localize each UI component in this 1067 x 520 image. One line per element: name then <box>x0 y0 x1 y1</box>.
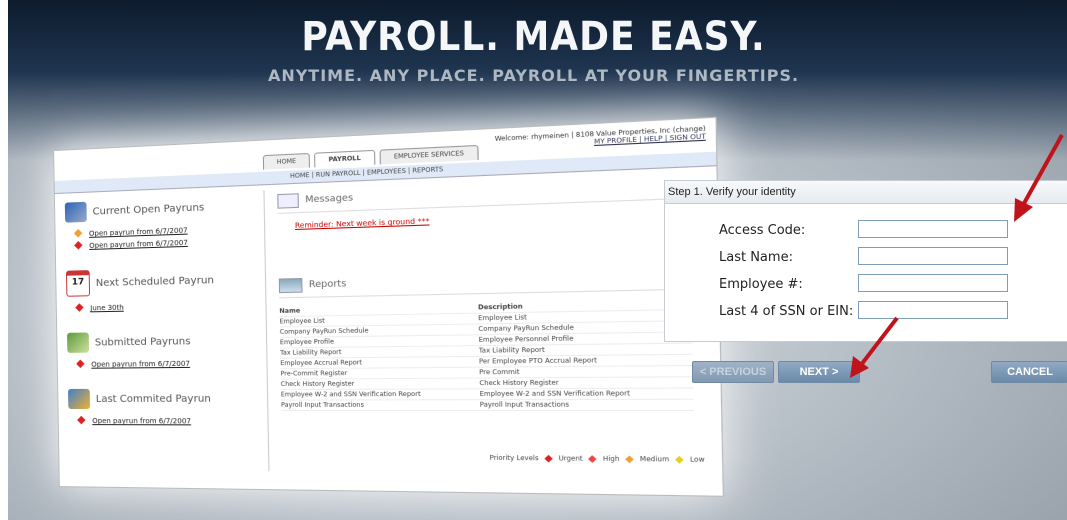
messages-title: Messages <box>305 193 353 205</box>
payrun-cube-icon <box>65 202 87 223</box>
urgent-icon <box>544 455 552 463</box>
cancel-button[interactable]: CANCEL <box>991 361 1067 383</box>
legend-label: Urgent <box>558 455 582 463</box>
access-code-input[interactable] <box>858 220 1008 238</box>
priority-high-icon <box>74 241 82 250</box>
legend-label: High <box>603 455 620 463</box>
list-item: Open payrun from 6/7/2007 <box>75 224 253 238</box>
priority-high-icon <box>77 416 85 425</box>
next-scheduled-payrun: 17 Next Scheduled Payrun June 30th <box>66 266 255 313</box>
money-icon <box>67 333 89 353</box>
tagline: ANYTIME. ANY PLACE. PAYROLL AT YOUR FING… <box>0 66 1067 85</box>
current-open-payruns: Current Open Payruns Open payrun from 6/… <box>65 195 254 251</box>
report-name: Payroll Input Transactions <box>281 400 480 411</box>
app-screenshot-mockup: Welcome: rhymeinen | 8108 Value Properti… <box>53 117 724 497</box>
reports-title: Reports <box>309 279 347 290</box>
high-icon <box>589 455 597 463</box>
legend-label: Low <box>690 456 705 464</box>
submitted-payruns: Submitted Payruns Open payrun from 6/7/2… <box>67 330 256 369</box>
priority-label: Priority Levels <box>490 454 539 462</box>
section-title: Last Commited Payrun <box>96 393 211 404</box>
envelope-icon <box>277 193 299 208</box>
reminder-message: Reminder: Next week is ground *** <box>295 217 438 230</box>
payrun-link: Open payrun from 6/7/2007 <box>91 360 190 369</box>
reports-heading: Reports <box>279 268 692 298</box>
payrun-link: Open payrun from 6/7/2007 <box>92 417 191 425</box>
report-name: Employee W-2 and SSN Verification Report <box>281 389 480 400</box>
report-description: Payroll Input Transactions <box>480 399 694 410</box>
messages-heading: Messages <box>277 178 689 214</box>
card-icon <box>68 389 90 409</box>
report-name: Check History Register <box>281 378 480 390</box>
list-item: Open payrun from 6/7/2007 <box>78 417 257 426</box>
last-commited-payrun: Last Commited Payrun Open payrun from 6/… <box>68 388 257 425</box>
priority-high-icon <box>75 303 83 312</box>
medium-icon <box>625 455 634 463</box>
report-description: Employee W-2 and SSN Verification Report <box>479 388 693 400</box>
priority-high-icon <box>76 360 84 369</box>
table-row: Payroll Input Transactions Payroll Input … <box>281 399 694 410</box>
next-button[interactable]: NEXT > <box>778 361 860 383</box>
step-title: Step 1. Verify your identity <box>665 181 1067 204</box>
ssn-ein-label: Last 4 of SSN or EIN: <box>719 304 853 319</box>
headline: PAYROLL. MADE EASY. <box>0 14 1067 60</box>
ssn-ein-input[interactable] <box>858 301 1008 319</box>
table-row: Employee W-2 and SSN Verification Report… <box>281 388 694 400</box>
report-icon <box>279 278 303 293</box>
report-description: Check History Register <box>479 377 693 389</box>
priority-legend: Priority Levels Urgent High Medium Low <box>490 454 705 464</box>
tab-home: HOME <box>263 153 310 170</box>
last-name-label: Last Name: <box>719 250 793 265</box>
list-item: June 30th <box>76 301 255 313</box>
list-item: Open payrun from 6/7/2007 <box>75 237 253 251</box>
payrun-link: June 30th <box>90 304 124 313</box>
previous-button[interactable]: < PREVIOUS <box>692 361 774 383</box>
low-icon <box>675 456 684 464</box>
legend-label: Medium <box>640 456 669 464</box>
tab-employee-services: EMPLOYEE SERVICES <box>379 145 479 165</box>
section-title: Submitted Payruns <box>95 336 191 348</box>
last-name-input[interactable] <box>858 247 1008 265</box>
priority-medium-icon <box>74 229 82 238</box>
verify-identity-panel: Step 1. Verify your identity Access Code… <box>664 180 1067 342</box>
section-title: Next Scheduled Payrun <box>96 274 214 288</box>
mockup-left-column: Current Open Payruns Open payrun from 6/… <box>65 195 258 446</box>
payrun-link: Open payrun from 6/7/2007 <box>89 226 188 237</box>
payrun-link: Open payrun from 6/7/2007 <box>89 239 188 250</box>
employee-number-label: Employee #: <box>719 277 803 292</box>
tab-payroll: PAYROLL <box>314 150 375 168</box>
reports-table: Name Description Employee List Employee L… <box>279 299 694 411</box>
access-code-label: Access Code: <box>719 223 805 238</box>
section-title: Current Open Payruns <box>93 202 205 217</box>
mockup-right-column: Messages Reminder: Next week is ground *… <box>277 178 694 411</box>
calendar-icon: 17 <box>66 270 90 297</box>
employee-number-input[interactable] <box>858 274 1008 292</box>
welcome-text: Welcome: rhymeinen | 8108 Value Properti… <box>495 125 706 151</box>
list-item: Open payrun from 6/7/2007 <box>77 359 256 369</box>
column-divider <box>263 190 269 471</box>
